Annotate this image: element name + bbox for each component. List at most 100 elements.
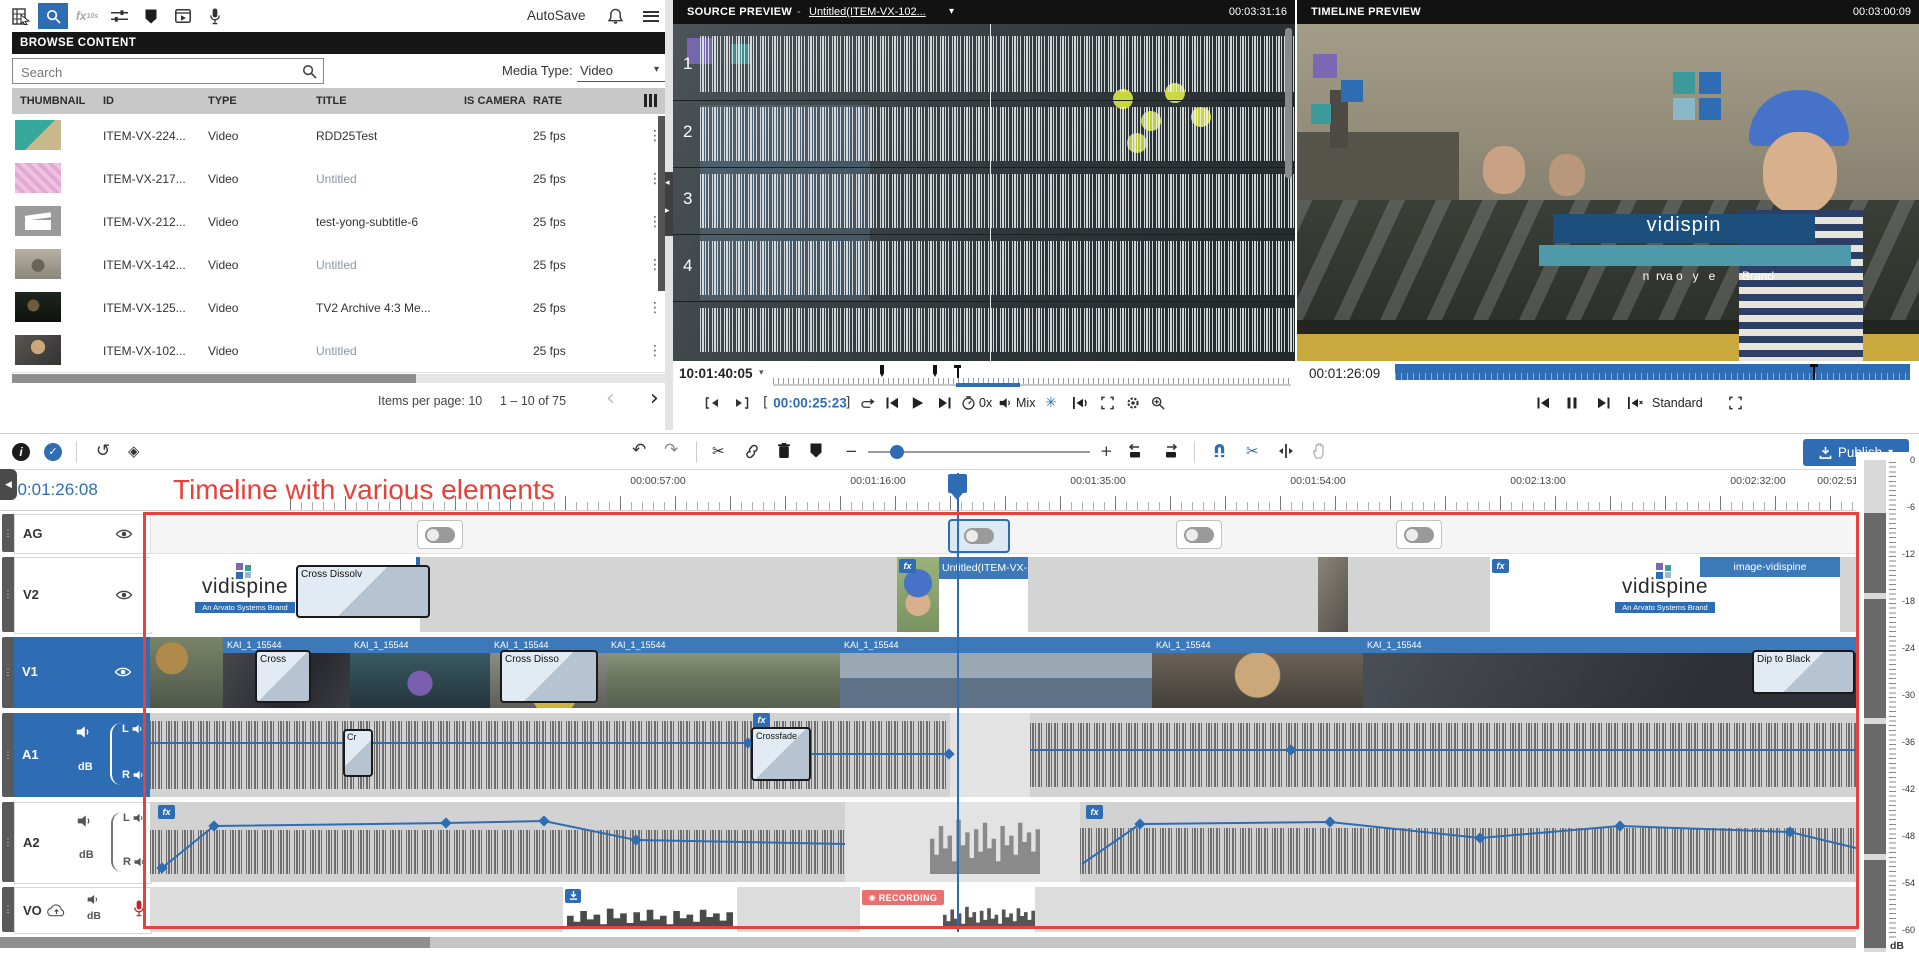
splitter-collapse-right-icon[interactable]: ▸ xyxy=(665,206,670,216)
undo-icon[interactable]: ↶ xyxy=(632,440,646,460)
eye-icon[interactable] xyxy=(114,666,132,678)
page-prev-icon[interactable]: ‹ xyxy=(606,386,615,411)
search-field[interactable] xyxy=(19,61,293,83)
search-input[interactable] xyxy=(12,58,324,84)
v2-image-clip[interactable]: vidispine An Arvato Systems Brand fx ima… xyxy=(1490,557,1840,632)
unlink-icon[interactable] xyxy=(744,444,760,459)
zoom-in-icon[interactable]: + xyxy=(1100,442,1113,460)
row-menu-icon[interactable]: ⋮ xyxy=(648,300,662,316)
search-icon[interactable] xyxy=(302,64,317,79)
razor-icon[interactable]: ✂ xyxy=(1246,442,1259,460)
v2-small-clip[interactable] xyxy=(1318,557,1348,632)
hand-tool-icon[interactable] xyxy=(1312,443,1326,459)
timeline-video-viewport[interactable]: vidispin n rva o y e Brand xyxy=(1297,24,1919,361)
notifications-bell-icon[interactable] xyxy=(600,3,630,29)
track-drag-handle[interactable]: ⋮ xyxy=(2,514,14,552)
speaker-icon[interactable] xyxy=(76,725,92,739)
ripple-left-icon[interactable] xyxy=(1128,444,1146,458)
source-timecode-caret-icon[interactable]: ▾ xyxy=(759,368,764,378)
col-thumbnail[interactable]: THUMBNAIL xyxy=(20,95,85,107)
source-clip-caret-icon[interactable]: ▾ xyxy=(949,6,954,17)
table-vertical-scrollbar[interactable] xyxy=(658,116,665,291)
transition-cross-dissolve[interactable]: Cross Disso xyxy=(500,650,598,703)
table-row[interactable]: ITEM-VX-102... Video Untitled 25 fps ⋮ xyxy=(12,329,665,373)
graphic-toggle-clip[interactable] xyxy=(1176,520,1222,549)
track-drag-handle[interactable]: ⋮ xyxy=(2,713,14,797)
channel-left[interactable]: L xyxy=(123,812,145,824)
table-row[interactable]: ITEM-VX-125... Video TV2 Archive 4:3 Me.… xyxy=(12,286,665,330)
v1-clip[interactable]: KAI_1_15544 xyxy=(840,637,1152,708)
speaker-icon[interactable] xyxy=(87,894,100,905)
media-type-caret-icon[interactable]: ▾ xyxy=(654,64,659,75)
tracks-collapse-tab[interactable]: ◀ xyxy=(0,469,17,500)
hamburger-menu-icon[interactable] xyxy=(636,3,666,29)
audio-marker-icon[interactable] xyxy=(1072,397,1088,409)
transition-cr[interactable]: Cr xyxy=(343,729,373,777)
source-marker-pin[interactable] xyxy=(880,365,884,377)
column-settings-icon[interactable] xyxy=(644,94,657,107)
col-type[interactable]: TYPE xyxy=(208,95,237,107)
play-icon[interactable] xyxy=(912,397,924,410)
fullscreen-icon[interactable] xyxy=(1729,397,1742,410)
search-tool-icon[interactable] xyxy=(38,3,68,29)
media-type-select[interactable]: Media Type: Video ▾ xyxy=(432,60,665,84)
goto-in-icon[interactable] xyxy=(705,397,721,409)
track-drag-handle[interactable]: ⋮ xyxy=(2,557,14,632)
source-ruler[interactable] xyxy=(773,365,1291,385)
add-layer-icon[interactable]: ◈ xyxy=(128,442,140,460)
channel-left[interactable]: L xyxy=(122,723,144,735)
timeline-playhead-line[interactable] xyxy=(957,473,959,932)
fx-badge[interactable]: fx xyxy=(753,713,770,727)
a1-volume-automation[interactable] xyxy=(150,713,1856,797)
loop-icon[interactable] xyxy=(861,397,876,409)
v1-clip[interactable]: KAI_1_15544 xyxy=(1152,637,1363,708)
marker-flag-icon[interactable] xyxy=(810,443,822,458)
delete-icon[interactable] xyxy=(778,443,790,458)
a2-volume-automation[interactable] xyxy=(150,802,1856,882)
db-label[interactable]: dB xyxy=(79,849,94,861)
v1-clip[interactable]: KAI_1_15544 xyxy=(607,637,840,708)
track-v1-content[interactable]: KAI_1_15544 KAI_1_15544 KAI_1_15544 KAI_… xyxy=(150,637,1856,708)
v2-untitled-clip[interactable]: Untitled(ITEM-VX- fx xyxy=(897,557,1028,632)
fx-badge[interactable]: fx xyxy=(1492,559,1509,573)
track-header-a2[interactable]: A2 dB L R xyxy=(14,802,152,884)
track-header-vo[interactable]: VO dB xyxy=(14,887,152,934)
snap-asterisk-icon[interactable]: ✳ xyxy=(1045,395,1057,411)
panel-splitter[interactable]: ◂ ▸ xyxy=(665,0,673,430)
table-row[interactable]: ITEM-VX-212... Video test-yong-subtitle-… xyxy=(12,200,665,244)
eye-icon[interactable] xyxy=(115,528,133,540)
trim-icon[interactable] xyxy=(1278,444,1294,458)
channel-right[interactable]: R xyxy=(122,769,145,781)
speaker-icon[interactable] xyxy=(77,814,93,828)
history-icon[interactable]: ↺ xyxy=(96,441,110,461)
marker-tool-icon[interactable] xyxy=(136,3,166,29)
cut-scissors-icon[interactable]: ✂ xyxy=(712,442,725,460)
speed-value[interactable]: 0x xyxy=(979,396,992,410)
mark-timecode[interactable]: 00:00:25:23 xyxy=(777,396,843,411)
source-marker-pin[interactable] xyxy=(933,365,937,377)
settings-gear-icon[interactable] xyxy=(1126,396,1140,410)
goto-out-icon[interactable] xyxy=(733,397,749,409)
prev-frame-icon[interactable] xyxy=(1537,397,1550,409)
mix-speaker-icon[interactable] xyxy=(999,397,1013,409)
timeline-horizontal-scrollbar[interactable] xyxy=(0,937,1856,948)
vo-audio-clip[interactable] xyxy=(563,887,737,932)
cloud-upload-icon[interactable] xyxy=(47,904,66,917)
record-mic-icon[interactable] xyxy=(133,900,145,917)
table-horizontal-scrollbar[interactable] xyxy=(12,374,665,383)
fullscreen-icon[interactable] xyxy=(1101,397,1114,410)
zoom-out-icon[interactable]: − xyxy=(845,442,858,460)
transition-crossfade[interactable]: Crossfade xyxy=(751,727,811,781)
table-row[interactable]: ITEM-VX-224... Video RDD25Test 25 fps ⋮ xyxy=(12,114,665,158)
browse-tool-icon[interactable] xyxy=(6,3,36,29)
source-current-timecode[interactable]: 10:01:40:05 xyxy=(679,366,753,381)
next-frame-icon[interactable] xyxy=(1597,397,1610,409)
track-header-ag[interactable]: AG xyxy=(14,514,152,554)
transition-cross-dissolve[interactable]: Cross Dissolv xyxy=(296,565,430,618)
adjust-tool-icon[interactable] xyxy=(104,3,134,29)
mark-out-bracket[interactable]: ] xyxy=(845,395,850,411)
approve-check-icon[interactable]: ✓ xyxy=(44,443,62,461)
track-header-a1[interactable]: A1 dB L R xyxy=(14,713,150,797)
track-a1-content[interactable]: Cr fx Crossfade xyxy=(150,713,1856,797)
mix-label[interactable]: Mix xyxy=(1016,396,1035,410)
